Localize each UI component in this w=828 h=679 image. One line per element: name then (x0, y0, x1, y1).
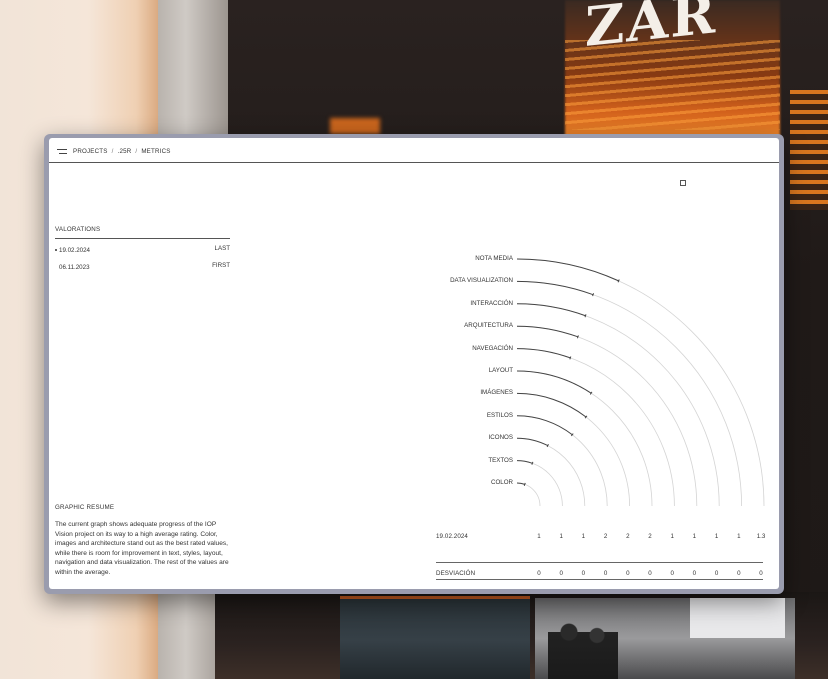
arc-value[interactable] (516, 482, 525, 485)
arc-track (516, 325, 698, 507)
arc-value[interactable] (516, 303, 586, 317)
category-label: NOTA MEDIA (475, 255, 513, 262)
background-glow (330, 118, 380, 134)
table-row-label-date: 19.02.2024 (436, 533, 468, 540)
arc-end-tick (531, 461, 534, 465)
arc-track (516, 482, 541, 507)
deviation-value: 0 (737, 570, 741, 577)
arc-end-tick (617, 279, 620, 283)
app-window: PROJECTS / .25R / METRICS VALORATIONS 19.02.… (44, 134, 784, 594)
deviation-value: 0 (626, 570, 630, 577)
metrics-panel: PROJECTS / .25R / METRICS VALORATIONS 19.02.… (49, 138, 779, 589)
category-label: ARQUITECTURA (464, 322, 513, 330)
category-label: LAYOUT (488, 367, 513, 374)
score-value: 2 (626, 533, 630, 540)
deviation-value: 0 (537, 570, 541, 577)
arc-value[interactable] (516, 392, 587, 418)
arc-track (516, 303, 720, 507)
deviation-value: 0 (581, 570, 586, 577)
category-label: COLOR (490, 479, 513, 486)
arc-value[interactable] (516, 280, 594, 296)
score-value: 1 (714, 533, 719, 540)
deviation-value: 0 (692, 570, 697, 577)
arc-track (516, 437, 586, 507)
arc-end-tick (592, 293, 595, 297)
arc-value[interactable] (516, 437, 549, 447)
arc-track (516, 281, 742, 507)
score-value: 2 (648, 533, 652, 540)
arc-track (516, 370, 653, 507)
score-value: 1 (692, 533, 697, 540)
background-people (548, 612, 618, 679)
radial-chart-svg (516, 258, 765, 507)
arc-end-tick (523, 482, 526, 486)
category-label: DATA VISUALIZATION (450, 277, 513, 285)
arc-track (516, 258, 765, 507)
score-value: 1 (537, 533, 541, 540)
table-divider-bottom (436, 579, 763, 580)
score-value: 2 (603, 533, 608, 540)
category-label: TEXTOS (488, 456, 513, 464)
deviation-value: 0 (714, 570, 719, 577)
deviation-value: 0 (670, 570, 674, 577)
arc-value[interactable] (516, 258, 619, 282)
score-value: 1.3 (756, 533, 766, 540)
arc-track (516, 460, 563, 507)
background-bus (340, 596, 530, 679)
arc-end-tick (569, 356, 572, 360)
arc-track (516, 348, 675, 507)
deviation-value: 0 (603, 570, 608, 577)
arc-value[interactable] (516, 460, 533, 464)
score-value: 1 (670, 533, 674, 540)
category-label: NAVEGACIÓN (472, 344, 513, 352)
score-value: 1 (581, 533, 586, 540)
arc-value[interactable] (516, 348, 571, 359)
score-value: 1 (559, 533, 563, 540)
background-shop-window (690, 598, 785, 638)
deviation-value: 0 (648, 570, 652, 577)
category-label: ESTILOS (486, 411, 513, 419)
arc-value[interactable] (516, 415, 573, 436)
category-label: INTERACCIÓN (470, 299, 513, 307)
arc-end-tick (576, 335, 579, 339)
deviation-value: 0 (759, 570, 763, 577)
arc-end-tick (546, 444, 549, 448)
background-side-lights (790, 90, 828, 210)
arc-track (516, 415, 608, 507)
radial-chart: NOTA MEDIA DATA VISUALIZATION INTERACCIÓN A… (49, 138, 779, 589)
table-row-label-deviation: DESVIACIÓN (436, 570, 476, 577)
category-label: IMÁGENES (480, 389, 513, 397)
arc-value[interactable] (516, 325, 579, 338)
deviation-value: 0 (559, 570, 563, 577)
arc-value[interactable] (516, 370, 592, 394)
score-value: 1 (737, 533, 741, 540)
table-divider (436, 562, 763, 563)
category-label: ICONOS (488, 434, 513, 442)
arc-end-tick (584, 314, 587, 318)
